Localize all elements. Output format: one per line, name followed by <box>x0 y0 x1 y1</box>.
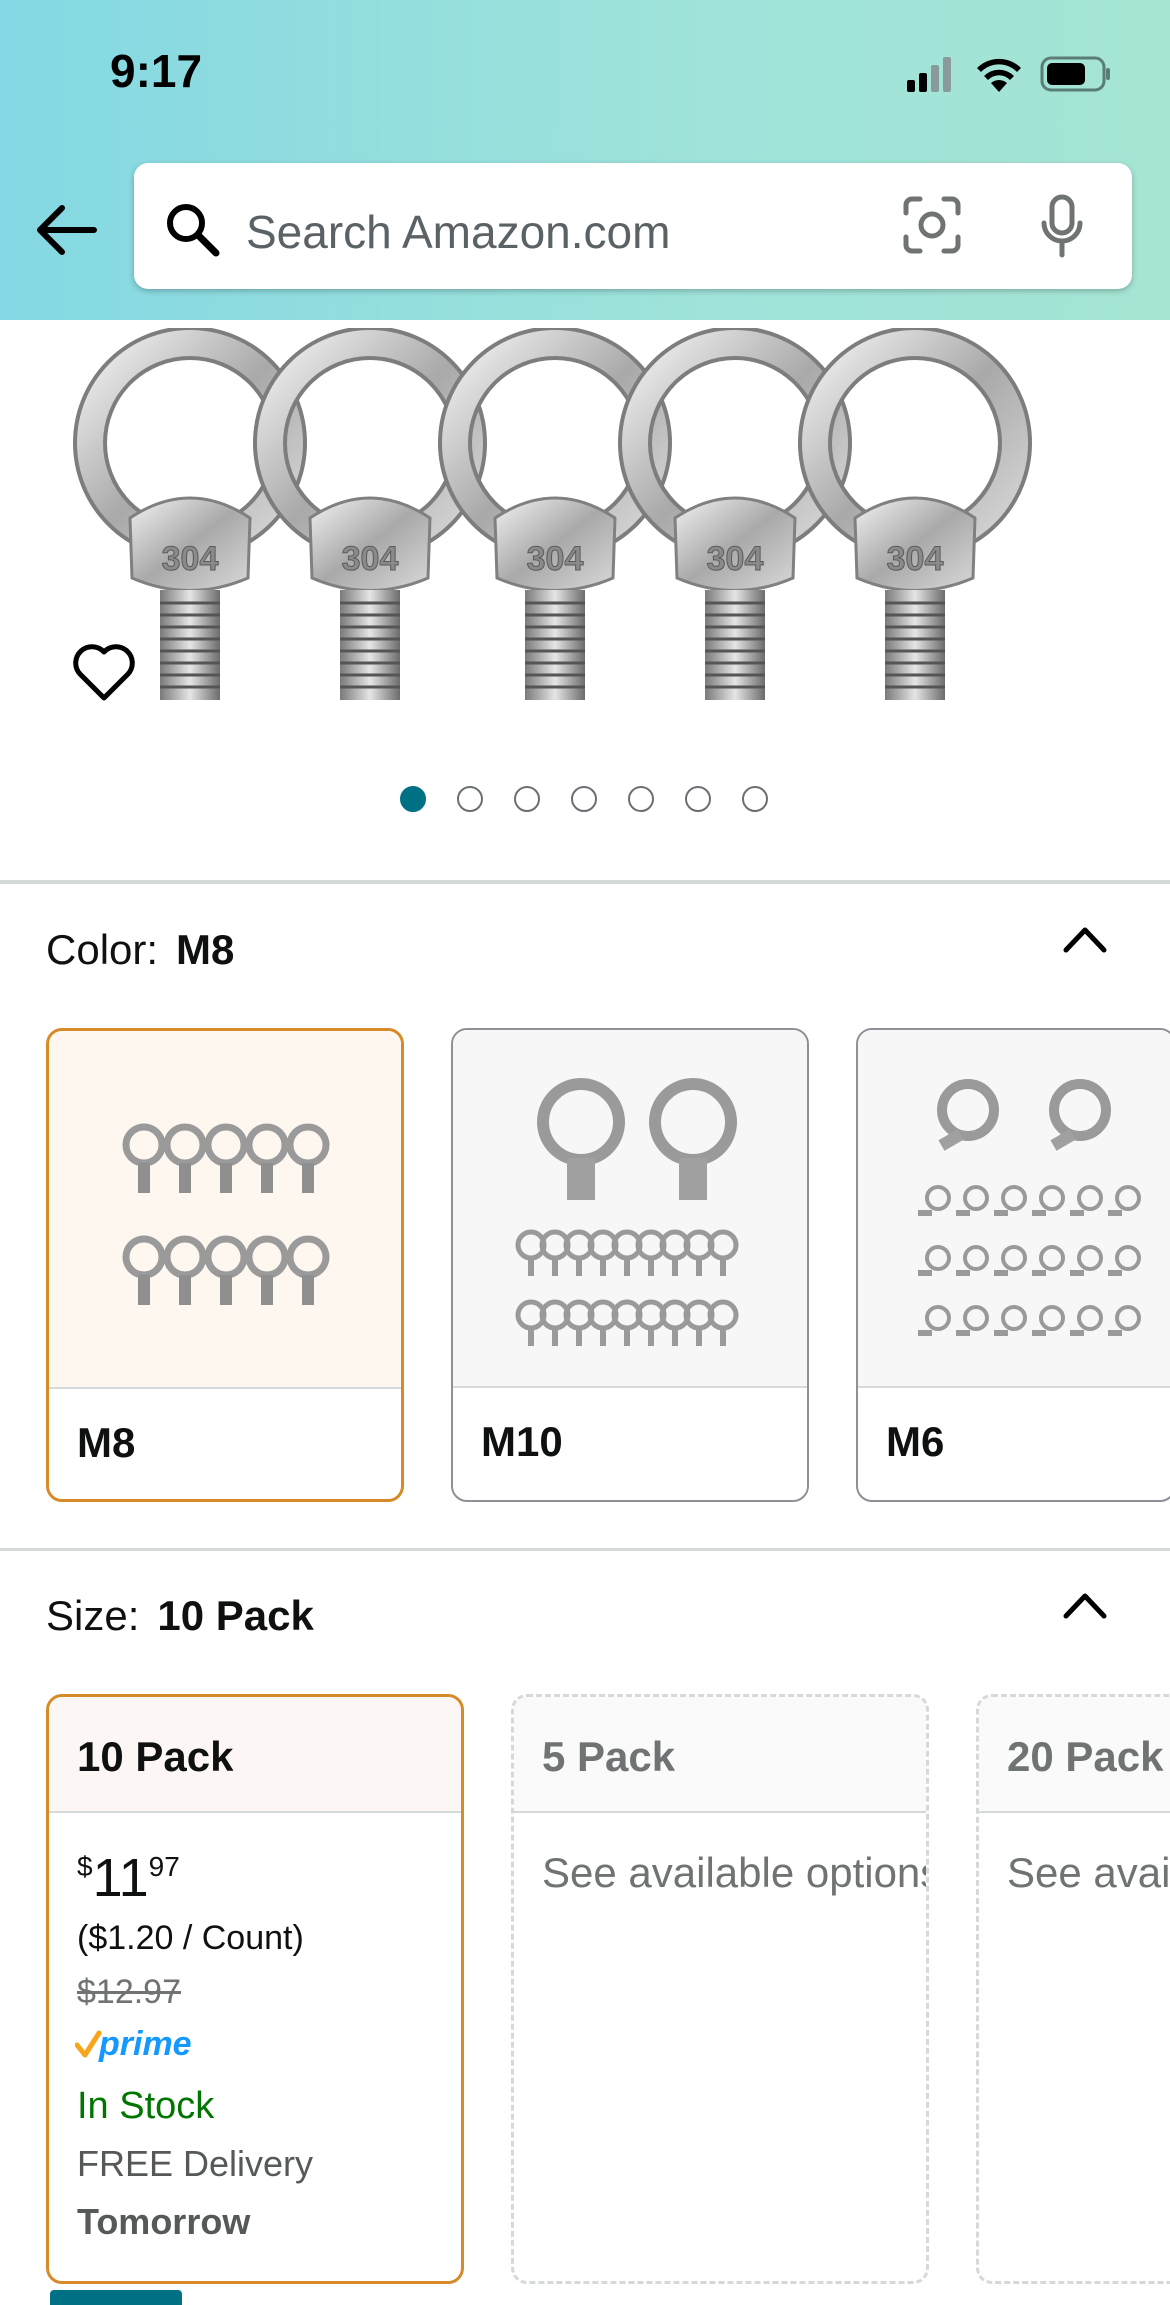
color-swatch-m6[interactable]: M6 <box>856 1028 1170 1502</box>
size-card-header: 5 Pack <box>514 1697 926 1813</box>
heart-icon[interactable] <box>72 642 136 702</box>
chevron-up-icon[interactable] <box>1062 924 1108 954</box>
see-options-text: See available options <box>542 1849 929 1896</box>
status-time: 9:17 <box>110 45 203 97</box>
size-card-header: 20 Pack <box>979 1697 1170 1813</box>
product-image[interactable]: 304 <box>70 328 1100 728</box>
wifi-icon <box>977 58 1021 92</box>
size-card-10-pack[interactable]: 10 Pack $1197 ($1.20 / Count) $12.97 pri… <box>46 1694 464 2284</box>
size-card-5-pack[interactable]: 5 Pack See available options <box>511 1694 929 2284</box>
battery-icon <box>1040 56 1110 92</box>
size-card-title: 20 Pack <box>1007 1733 1164 1780</box>
stock-status: In Stock <box>77 2085 215 2127</box>
search-input[interactable]: Search Amazon.com <box>134 163 1132 289</box>
size-card-title: 10 Pack <box>77 1733 234 1780</box>
section-divider <box>0 1548 1170 1551</box>
size-option-label: Size: 10 Pack <box>46 1592 314 1640</box>
see-options-text: See available options <box>1007 1849 1170 1896</box>
color-swatch-m10[interactable]: M10 <box>451 1028 809 1502</box>
unit-price: ($1.20 / Count) <box>77 1919 304 1957</box>
prime-logo: prime <box>75 2025 192 2063</box>
delivery-day: Tomorrow <box>77 2201 251 2242</box>
camera-icon[interactable] <box>902 195 962 255</box>
carousel-dot[interactable] <box>742 786 768 812</box>
list-price: $12.97 <box>77 1973 181 2011</box>
section-divider <box>0 880 1170 884</box>
svg-text:prime: prime <box>98 2025 192 2063</box>
swatch-label: M6 <box>886 1418 945 1465</box>
size-card-title: 5 Pack <box>542 1733 676 1780</box>
swatch-image <box>858 1030 1170 1388</box>
color-label: Color: <box>46 926 159 973</box>
price: $1197 <box>77 1847 180 1909</box>
back-arrow-icon[interactable] <box>34 200 98 260</box>
app-header: 9:17 Search Amazon.com <box>0 0 1170 320</box>
search-placeholder: Search Amazon.com <box>246 206 671 258</box>
carousel-dot[interactable] <box>685 786 711 812</box>
carousel-dot[interactable] <box>571 786 597 812</box>
size-label: Size: <box>46 1592 140 1639</box>
carousel-dot[interactable] <box>400 786 426 812</box>
swatch-label: M10 <box>481 1418 563 1465</box>
swatch-label: M8 <box>77 1419 136 1466</box>
carousel-dots <box>400 786 780 816</box>
size-card-20-pack[interactable]: 20 Pack See available options <box>976 1694 1170 2284</box>
swatch-image <box>49 1031 401 1389</box>
signal-icon <box>907 57 951 92</box>
mic-icon[interactable] <box>1040 193 1084 259</box>
delivery-text: FREE Delivery <box>77 2143 314 2184</box>
color-swatch-m8[interactable]: M8 <box>46 1028 404 1502</box>
carousel-dot[interactable] <box>628 786 654 812</box>
size-card-header: 10 Pack <box>49 1697 461 1813</box>
carousel-dot[interactable] <box>457 786 483 812</box>
color-option-label: Color: M8 <box>46 926 234 974</box>
search-icon <box>167 204 220 257</box>
price-whole: 11 <box>92 1848 149 1908</box>
color-selected-value: M8 <box>176 926 235 973</box>
bottom-tab-indicator <box>50 2290 182 2305</box>
price-symbol: $ <box>77 1851 93 1882</box>
price-fraction: 97 <box>148 1851 180 1882</box>
size-selected-value: 10 Pack <box>157 1592 314 1639</box>
swatch-image <box>453 1030 807 1388</box>
carousel-dot[interactable] <box>514 786 540 812</box>
chevron-up-icon[interactable] <box>1062 1590 1108 1620</box>
